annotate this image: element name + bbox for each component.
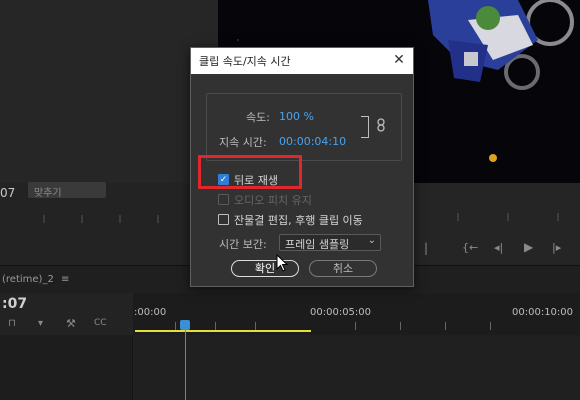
chevron-down-icon: ⌄ — [367, 235, 376, 246]
panel-menu-icon[interactable]: ≡ — [61, 274, 69, 285]
mark-out-icon[interactable]: | — [424, 241, 428, 255]
speed-value[interactable]: 100 % — [279, 110, 314, 123]
sequence-tab[interactable]: (retime)_2 ≡ — [2, 274, 69, 285]
cancel-button[interactable]: 취소 — [309, 260, 377, 277]
speed-label: 속도: — [246, 111, 270, 124]
track-area[interactable] — [134, 335, 580, 400]
ruler-tick — [490, 322, 491, 330]
ripple-edit-checkbox[interactable] — [218, 214, 229, 225]
maintain-pitch-label: 오디오 피치 유지 — [234, 194, 312, 207]
work-area-bar[interactable] — [135, 330, 311, 332]
snap-icon[interactable]: ⊓ — [8, 318, 16, 329]
speed-duration-group — [206, 93, 402, 161]
step-back-to-in-icon[interactable]: {← — [462, 241, 478, 254]
marker-icon[interactable]: ▾ — [38, 318, 43, 329]
chain-link-icon[interactable] — [377, 118, 385, 135]
ruler-tick — [255, 322, 256, 330]
play-icon[interactable]: ▶ — [524, 240, 533, 254]
ruler-tick — [215, 322, 216, 330]
ruler-tick — [445, 322, 446, 330]
mouse-cursor-icon — [276, 254, 289, 272]
source-timecode: 07 — [0, 186, 16, 200]
captions-icon[interactable]: CC — [94, 318, 107, 328]
playhead-handle[interactable] — [180, 320, 190, 330]
track-headers — [0, 335, 133, 400]
fit-dropdown[interactable]: 맞추기 — [28, 182, 106, 199]
ruler-tick — [175, 322, 176, 330]
ruler-tick — [355, 322, 356, 330]
timeline-timecode[interactable]: :07 — [2, 296, 27, 312]
link-bracket — [361, 116, 369, 138]
source-ruler — [43, 215, 197, 223]
dialog-title: 클립 속도/지속 시간 — [199, 55, 291, 68]
ruler-tick — [400, 322, 401, 330]
duration-label: 지속 시간: — [219, 136, 267, 149]
close-icon[interactable]: ✕ — [391, 51, 407, 69]
time-interpolation-value: 프레임 샘플링 — [285, 238, 350, 251]
maintain-pitch-checkbox[interactable] — [218, 194, 229, 205]
time-interpolation-label: 시간 보간: — [219, 238, 267, 251]
source-monitor-panel — [0, 0, 218, 183]
step-back-icon[interactable]: ◂| — [494, 241, 503, 254]
sequence-name: (retime)_2 — [2, 274, 54, 285]
highlight-annotation — [198, 155, 302, 189]
ruler-mark-10s: 00:00:10:00 — [512, 307, 574, 318]
step-forward-icon[interactable]: |▸ — [552, 241, 561, 254]
dialog-titlebar[interactable]: 클립 속도/지속 시간 — [191, 48, 413, 74]
wrench-icon[interactable]: ⚒ — [66, 317, 76, 330]
ripple-edit-label: 잔물결 편집, 후행 클립 이동 — [234, 214, 363, 227]
ruler-mark-5s: 00:00:05:00 — [310, 307, 372, 318]
playhead-line — [185, 330, 186, 400]
ruler-mark-0: :00:00 — [134, 307, 167, 318]
time-interpolation-select[interactable]: 프레임 샘플링 ⌄ — [279, 234, 381, 251]
duration-value[interactable]: 00:00:04:10 — [279, 135, 346, 148]
